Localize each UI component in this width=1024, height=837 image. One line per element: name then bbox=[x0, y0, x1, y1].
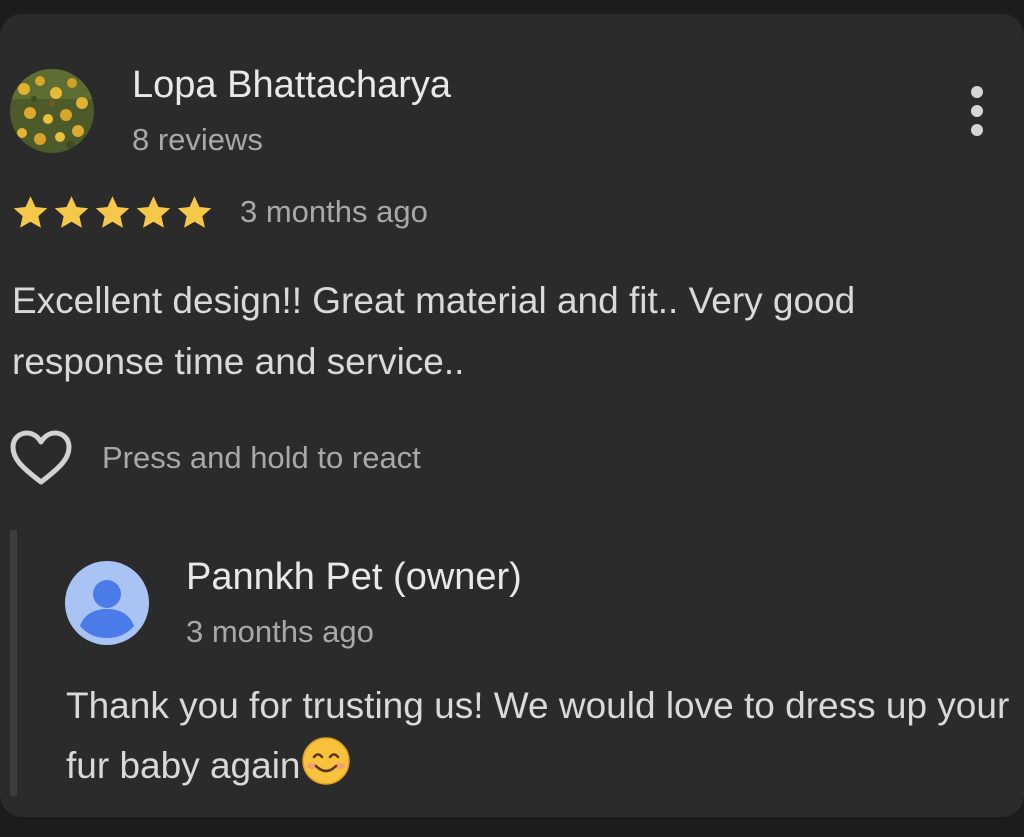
react-hint-label: Press and hold to react bbox=[102, 440, 421, 475]
review-card: Lopa Bhattacharya 8 reviews 3 months ago… bbox=[0, 14, 1024, 817]
star-icon bbox=[177, 196, 212, 228]
reviewer-review-count: 8 reviews bbox=[132, 122, 263, 157]
star-icon bbox=[95, 196, 130, 228]
star-icon bbox=[136, 196, 171, 228]
star-rating bbox=[10, 191, 215, 235]
owner-reply-time: 3 months ago bbox=[186, 614, 374, 649]
review-text: Excellent design!! Great material and fi… bbox=[12, 280, 856, 382]
person-avatar-icon bbox=[64, 560, 150, 646]
reviewer-avatar[interactable] bbox=[10, 69, 94, 153]
reviewer-name[interactable]: Lopa Bhattacharya bbox=[132, 64, 451, 107]
owner-name: Pannkh Pet (owner) bbox=[186, 556, 522, 598]
heart-outline-icon bbox=[10, 430, 72, 485]
owner-reply-divider bbox=[10, 530, 17, 796]
star-icon bbox=[54, 196, 89, 228]
review-time: 3 months ago bbox=[240, 194, 428, 229]
owner-reply-text-content: Thank you for trusting us! We would love… bbox=[66, 685, 1010, 786]
star-icon bbox=[13, 196, 48, 228]
smiling-face-emoji bbox=[301, 736, 351, 786]
more-options-icon[interactable] bbox=[958, 84, 998, 140]
owner-reply-text: Thank you for trusting us! We would love… bbox=[66, 676, 1016, 796]
